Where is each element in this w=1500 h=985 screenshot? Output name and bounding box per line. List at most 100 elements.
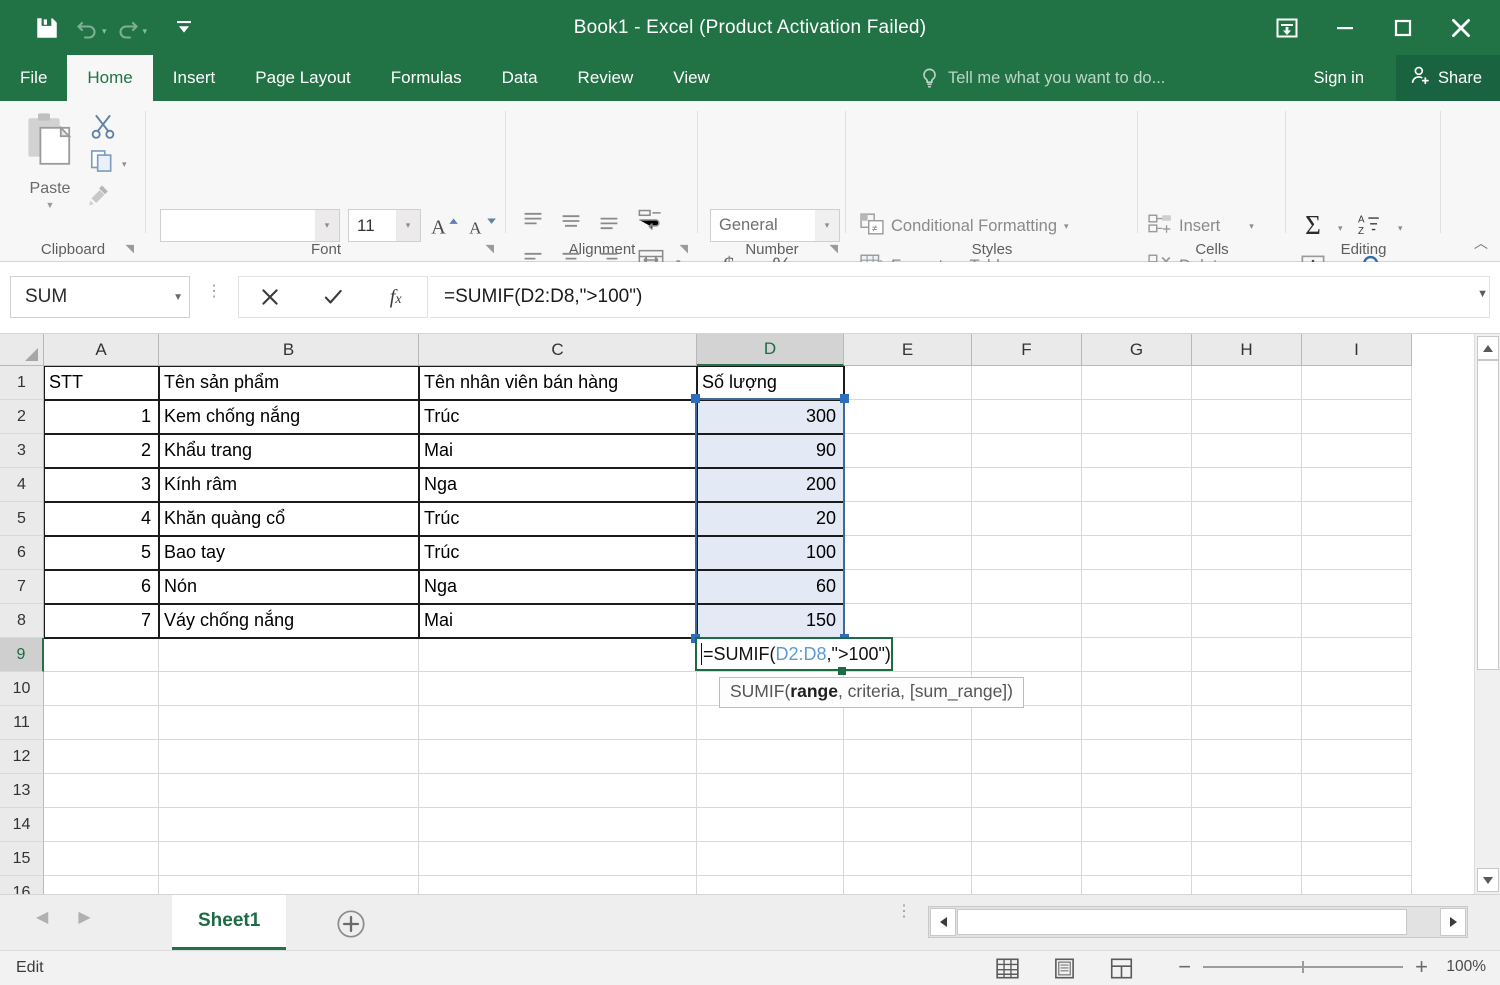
- autosum-dropdown-icon[interactable]: ▾: [1338, 223, 1343, 234]
- cell-G9[interactable]: [1082, 638, 1192, 672]
- cell-I1[interactable]: [1302, 366, 1412, 400]
- sheet-tab-sheet1[interactable]: Sheet1: [172, 895, 286, 950]
- cell-H9[interactable]: [1192, 638, 1302, 672]
- cell-G15[interactable]: [1082, 842, 1192, 876]
- cell-A14[interactable]: [44, 808, 159, 842]
- cell-D14[interactable]: [697, 808, 844, 842]
- cell-G13[interactable]: [1082, 774, 1192, 808]
- cell-D3[interactable]: 90: [697, 434, 844, 468]
- save-icon[interactable]: [28, 8, 66, 48]
- cell-D5[interactable]: 20: [697, 502, 844, 536]
- column-header-f[interactable]: F: [972, 334, 1082, 366]
- formula-bar-grip[interactable]: ⋮: [206, 288, 222, 296]
- cell-B1[interactable]: Tên sản phẩm: [159, 366, 419, 400]
- cell-C16[interactable]: [419, 876, 697, 894]
- cell-B10[interactable]: [159, 672, 419, 706]
- cell-I7[interactable]: [1302, 570, 1412, 604]
- paste-dropdown-icon[interactable]: ▼: [46, 200, 55, 210]
- cell-D4[interactable]: 200: [697, 468, 844, 502]
- cell-H10[interactable]: [1192, 672, 1302, 706]
- paste-button[interactable]: Paste ▼: [14, 111, 86, 229]
- cell-G3[interactable]: [1082, 434, 1192, 468]
- cell-F3[interactable]: [972, 434, 1082, 468]
- cell-E8[interactable]: [844, 604, 972, 638]
- cell-E14[interactable]: [844, 808, 972, 842]
- align-bottom-icon[interactable]: [594, 207, 624, 235]
- column-header-e[interactable]: E: [844, 334, 972, 366]
- cell-B8[interactable]: Váy chống nắng: [159, 604, 419, 638]
- row-header-4[interactable]: 4: [0, 468, 44, 502]
- tab-data[interactable]: Data: [482, 55, 558, 101]
- cell-B13[interactable]: [159, 774, 419, 808]
- cell-G16[interactable]: [1082, 876, 1192, 894]
- row-header-9[interactable]: 9: [0, 638, 44, 672]
- cell-E15[interactable]: [844, 842, 972, 876]
- decrease-font-size-icon[interactable]: A: [466, 209, 500, 242]
- active-cell-editor[interactable]: =SUMIF(D2:D8,">100"): [695, 637, 893, 671]
- insert-cells-dropdown-icon[interactable]: ▾: [1249, 221, 1254, 232]
- cell-I16[interactable]: [1302, 876, 1412, 894]
- cell-A1[interactable]: STT: [44, 366, 159, 400]
- add-sheet-icon[interactable]: [336, 909, 366, 939]
- column-header-g[interactable]: G: [1082, 334, 1192, 366]
- cell-G14[interactable]: [1082, 808, 1192, 842]
- column-header-d[interactable]: D: [697, 334, 844, 366]
- cell-E3[interactable]: [844, 434, 972, 468]
- copy-icon[interactable]: [90, 149, 116, 178]
- cell-G4[interactable]: [1082, 468, 1192, 502]
- row-header-1[interactable]: 1: [0, 366, 44, 400]
- normal-view-icon[interactable]: [995, 956, 1020, 981]
- tab-view[interactable]: View: [653, 55, 730, 101]
- cell-F15[interactable]: [972, 842, 1082, 876]
- cell-A6[interactable]: 5: [44, 536, 159, 570]
- cell-D1[interactable]: Số lượng: [697, 366, 844, 400]
- conditional-formatting-button[interactable]: ≠ Conditional Formatting ▾: [860, 213, 1069, 240]
- cell-C15[interactable]: [419, 842, 697, 876]
- increase-font-size-icon[interactable]: A: [428, 209, 462, 242]
- cancel-formula-icon[interactable]: [239, 277, 302, 317]
- autosum-icon[interactable]: Σ: [1296, 209, 1330, 241]
- font-size-dropdown-icon[interactable]: ▾: [396, 210, 420, 241]
- redo-icon[interactable]: [109, 8, 147, 48]
- cell-B12[interactable]: [159, 740, 419, 774]
- cell-H3[interactable]: [1192, 434, 1302, 468]
- row-header-13[interactable]: 13: [0, 774, 44, 808]
- qat-more-icon[interactable]: [165, 8, 203, 48]
- cell-H2[interactable]: [1192, 400, 1302, 434]
- cell-C9[interactable]: [419, 638, 697, 672]
- row-header-15[interactable]: 15: [0, 842, 44, 876]
- cell-F14[interactable]: [972, 808, 1082, 842]
- cell-G10[interactable]: [1082, 672, 1192, 706]
- zoom-slider[interactable]: [1203, 957, 1403, 977]
- row-header-8[interactable]: 8: [0, 604, 44, 638]
- row-header-6[interactable]: 6: [0, 536, 44, 570]
- cell-E7[interactable]: [844, 570, 972, 604]
- cell-B4[interactable]: Kính râm: [159, 468, 419, 502]
- cell-D2[interactable]: 300: [697, 400, 844, 434]
- cell-E1[interactable]: [844, 366, 972, 400]
- zoom-out-button[interactable]: −: [1178, 958, 1191, 976]
- cell-H1[interactable]: [1192, 366, 1302, 400]
- reference-handle-0[interactable]: [691, 394, 700, 403]
- cell-C12[interactable]: [419, 740, 697, 774]
- cell-C8[interactable]: Mai: [419, 604, 697, 638]
- conditional-formatting-dropdown-icon[interactable]: ▾: [1064, 221, 1069, 232]
- cell-A13[interactable]: [44, 774, 159, 808]
- cell-A8[interactable]: 7: [44, 604, 159, 638]
- close-icon[interactable]: [1432, 0, 1490, 55]
- cell-I15[interactable]: [1302, 842, 1412, 876]
- row-header-14[interactable]: 14: [0, 808, 44, 842]
- tab-insert[interactable]: Insert: [153, 55, 236, 101]
- horizontal-scrollbar[interactable]: [928, 906, 1468, 938]
- next-sheet-icon[interactable]: ▶: [78, 907, 90, 927]
- cell-F13[interactable]: [972, 774, 1082, 808]
- cell-A10[interactable]: [44, 672, 159, 706]
- font-dialog-launcher[interactable]: ◥: [486, 242, 494, 255]
- cell-C14[interactable]: [419, 808, 697, 842]
- cell-I10[interactable]: [1302, 672, 1412, 706]
- cell-A9[interactable]: [44, 638, 159, 672]
- scroll-down-icon[interactable]: [1477, 868, 1499, 892]
- maximize-icon[interactable]: [1374, 0, 1432, 55]
- cell-F7[interactable]: [972, 570, 1082, 604]
- cell-H8[interactable]: [1192, 604, 1302, 638]
